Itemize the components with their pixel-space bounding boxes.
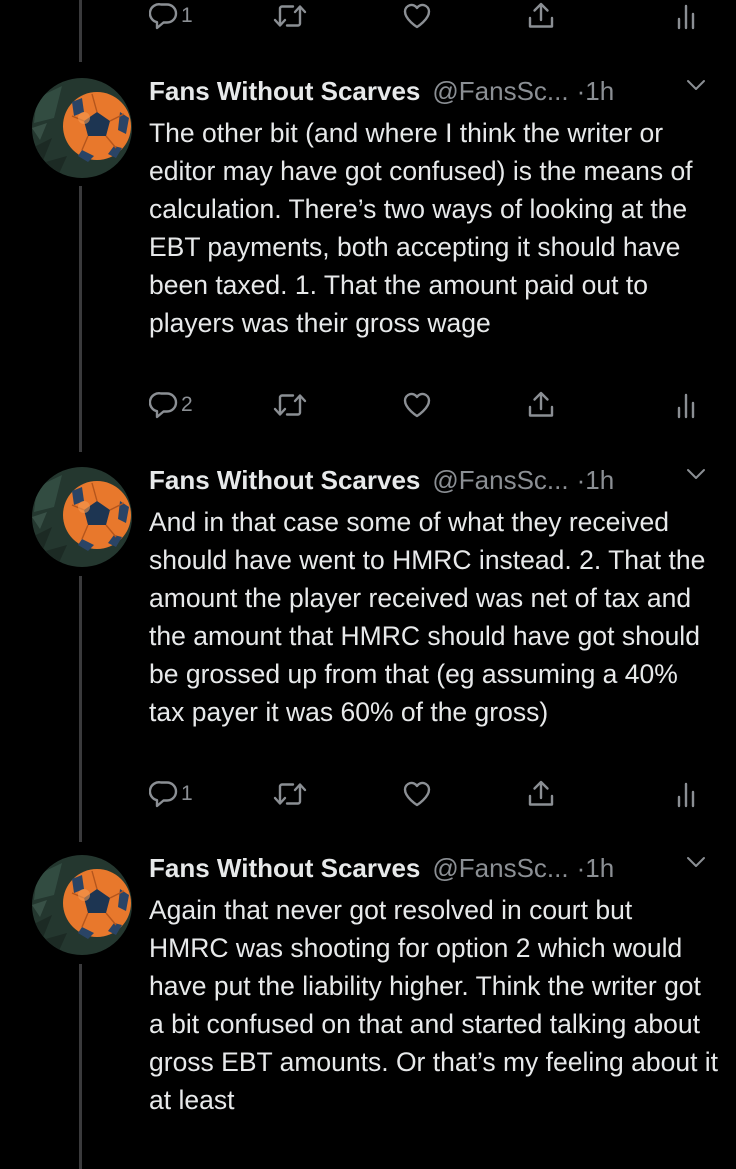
share-icon bbox=[526, 779, 556, 809]
user-handle[interactable]: @FansSc... bbox=[432, 851, 568, 885]
share-icon bbox=[526, 390, 556, 420]
reply-count: 2 bbox=[181, 393, 193, 416]
reply-icon bbox=[149, 390, 179, 420]
separator: · bbox=[576, 76, 586, 106]
reply-button[interactable]: 1 bbox=[149, 779, 193, 809]
retweet-icon bbox=[273, 390, 307, 420]
avatar[interactable] bbox=[32, 467, 132, 567]
avatar[interactable] bbox=[32, 78, 132, 178]
share-button[interactable] bbox=[526, 779, 556, 809]
like-button[interactable] bbox=[402, 390, 432, 420]
tweet-text: The other bit (and where I think the wri… bbox=[149, 118, 693, 338]
analytics-icon bbox=[676, 390, 696, 420]
reply-icon bbox=[149, 1, 179, 31]
share-button[interactable] bbox=[526, 1, 556, 31]
separator: · bbox=[576, 465, 586, 495]
display-name[interactable]: Fans Without Scarves bbox=[149, 851, 420, 885]
user-handle[interactable]: @FansSc... bbox=[432, 74, 568, 108]
analytics-icon bbox=[676, 1, 696, 31]
heart-icon bbox=[402, 779, 432, 809]
like-button[interactable] bbox=[402, 779, 432, 809]
heart-icon bbox=[402, 1, 432, 31]
reply-button[interactable]: 1 bbox=[149, 1, 193, 31]
tweet-text: And in that case some of what they recei… bbox=[149, 507, 706, 727]
analytics-button[interactable] bbox=[676, 779, 696, 809]
retweet-button[interactable] bbox=[273, 1, 307, 31]
tweet-header: Fans Without Scarves @FansSc... · 1h bbox=[149, 74, 614, 108]
timestamp[interactable]: 1h bbox=[585, 74, 614, 108]
retweet-icon bbox=[273, 1, 307, 31]
thread-line-3 bbox=[79, 964, 82, 1169]
share-button[interactable] bbox=[526, 390, 556, 420]
tweet-action-bar: 1 bbox=[0, 779, 736, 819]
reply-icon bbox=[149, 779, 179, 809]
tweet-header: Fans Without Scarves @FansSc... · 1h bbox=[149, 851, 614, 885]
share-icon bbox=[526, 1, 556, 31]
analytics-button[interactable] bbox=[676, 1, 696, 31]
heart-icon bbox=[402, 390, 432, 420]
tweet-action-bar: 2 bbox=[0, 390, 736, 430]
tweet-text: Again that never got resolved in court b… bbox=[149, 895, 719, 1115]
user-handle[interactable]: @FansSc... bbox=[432, 463, 568, 497]
display-name[interactable]: Fans Without Scarves bbox=[149, 463, 420, 497]
chevron-down-icon[interactable] bbox=[686, 78, 706, 92]
display-name[interactable]: Fans Without Scarves bbox=[149, 74, 420, 108]
tweet-header: Fans Without Scarves @FansSc... · 1h bbox=[149, 463, 614, 497]
analytics-icon bbox=[676, 779, 696, 809]
avatar[interactable] bbox=[32, 855, 132, 955]
retweet-button[interactable] bbox=[273, 779, 307, 809]
reply-count: 1 bbox=[181, 4, 193, 27]
tweet-action-bar-top: 1 bbox=[0, 1, 736, 41]
separator: · bbox=[576, 853, 586, 883]
analytics-button[interactable] bbox=[676, 390, 696, 420]
chevron-down-icon[interactable] bbox=[686, 467, 706, 481]
timestamp[interactable]: 1h bbox=[585, 851, 614, 885]
reply-count: 1 bbox=[181, 782, 193, 805]
timestamp[interactable]: 1h bbox=[585, 463, 614, 497]
chevron-down-icon[interactable] bbox=[686, 855, 706, 869]
like-button[interactable] bbox=[402, 1, 432, 31]
reply-button[interactable]: 2 bbox=[149, 390, 193, 420]
retweet-button[interactable] bbox=[273, 390, 307, 420]
retweet-icon bbox=[273, 779, 307, 809]
